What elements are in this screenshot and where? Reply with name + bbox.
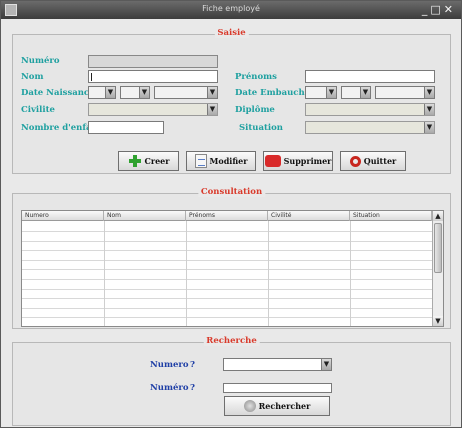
prenoms-field[interactable] bbox=[305, 70, 435, 83]
diplome-label: Diplôme bbox=[235, 105, 275, 115]
chevron-down-icon: ▼ bbox=[424, 87, 434, 98]
window-controls: _□✕ bbox=[422, 3, 456, 16]
supprimer-button-label: Supprimer bbox=[283, 156, 332, 166]
saisie-legend: Saisie bbox=[214, 28, 249, 38]
chevron-down-icon: ▼ bbox=[360, 87, 370, 98]
table-scrollbar[interactable]: ▲ ▼ bbox=[432, 211, 443, 326]
column-header-civilite[interactable]: Civilité bbox=[268, 211, 350, 221]
column-header-nom[interactable]: Nom bbox=[104, 211, 186, 221]
column-header-prenoms[interactable]: Prénoms bbox=[186, 211, 268, 221]
chevron-down-icon: ▼ bbox=[424, 122, 434, 133]
nom-field[interactable] bbox=[88, 70, 218, 83]
numero-field-label: Numéro bbox=[150, 383, 189, 393]
nombre-enfant-field[interactable] bbox=[88, 121, 164, 134]
modifier-button[interactable]: Modifier bbox=[186, 151, 256, 171]
numero-label: Numéro bbox=[21, 56, 60, 66]
numero-search-label: Numero bbox=[150, 360, 189, 370]
table-row[interactable] bbox=[22, 298, 432, 300]
date-embauche-label: Date Embauche bbox=[235, 88, 311, 98]
table-row[interactable] bbox=[22, 307, 432, 309]
add-icon bbox=[128, 154, 142, 168]
creer-button[interactable]: Creer bbox=[118, 151, 179, 171]
close-icon[interactable]: ✕ bbox=[444, 3, 456, 16]
quitter-button-label: Quitter bbox=[363, 156, 397, 166]
prenoms-label: Prénoms bbox=[235, 72, 277, 82]
situation-select[interactable]: ▼ bbox=[305, 121, 435, 134]
column-header-situation[interactable]: Situation bbox=[350, 211, 432, 221]
recherche-panel: Recherche Numero ? ▼ Numéro ? Rechercher bbox=[12, 336, 451, 426]
chevron-down-icon: ▼ bbox=[424, 104, 434, 115]
window-title: Fiche employé bbox=[202, 4, 260, 13]
creer-button-label: Creer bbox=[144, 156, 170, 166]
quitter-button[interactable]: Quitter bbox=[340, 151, 406, 171]
chevron-down-icon: ▼ bbox=[326, 87, 336, 98]
maximize-icon[interactable]: □ bbox=[430, 3, 443, 16]
numero-field bbox=[88, 55, 218, 68]
numero-search-field[interactable] bbox=[223, 383, 332, 393]
table-row[interactable] bbox=[22, 317, 432, 319]
hire-day-select[interactable]: ▼ bbox=[305, 86, 337, 99]
rechercher-button[interactable]: Rechercher bbox=[224, 396, 330, 416]
column-divider bbox=[268, 221, 269, 326]
table-header: Numero Nom Prénoms Civilité Situation bbox=[22, 211, 432, 221]
scroll-up-icon[interactable]: ▲ bbox=[433, 211, 443, 221]
recherche-legend: Recherche bbox=[203, 336, 260, 346]
column-divider bbox=[350, 221, 351, 326]
consultation-legend: Consultation bbox=[197, 187, 266, 197]
scroll-down-icon[interactable]: ▼ bbox=[433, 316, 443, 326]
civilite-select[interactable]: ▼ bbox=[88, 103, 218, 116]
power-icon bbox=[349, 155, 361, 167]
hire-month-select[interactable]: ▼ bbox=[341, 86, 371, 99]
supprimer-button[interactable]: Supprimer bbox=[263, 151, 333, 171]
table-row[interactable] bbox=[22, 259, 432, 261]
date-naissance-label: Date Naissance bbox=[21, 88, 95, 98]
title-bar: Fiche employé _□✕ bbox=[1, 1, 461, 19]
table-row[interactable] bbox=[22, 279, 432, 280]
employees-table[interactable]: Numero Nom Prénoms Civilité Situation ▲ … bbox=[21, 210, 444, 327]
question-mark: ? bbox=[190, 383, 195, 393]
table-row[interactable] bbox=[22, 288, 432, 290]
text-caret bbox=[91, 73, 92, 81]
modifier-button-label: Modifier bbox=[209, 156, 248, 166]
column-divider bbox=[186, 221, 187, 326]
table-row[interactable] bbox=[22, 240, 432, 242]
chevron-down-icon: ▼ bbox=[321, 359, 331, 370]
table-row[interactable] bbox=[22, 269, 432, 271]
question-mark: ? bbox=[190, 360, 195, 370]
chevron-down-icon: ▼ bbox=[105, 87, 115, 98]
birth-day-select[interactable]: ▼ bbox=[88, 86, 116, 99]
hire-year-select[interactable]: ▼ bbox=[375, 86, 435, 99]
situation-label: Situation bbox=[239, 123, 283, 133]
nom-label: Nom bbox=[21, 72, 44, 82]
scroll-thumb[interactable] bbox=[434, 223, 442, 273]
table-row[interactable] bbox=[22, 231, 432, 232]
search-icon bbox=[243, 400, 256, 412]
diplome-select[interactable]: ▼ bbox=[305, 103, 435, 116]
numero-search-select[interactable]: ▼ bbox=[223, 358, 332, 371]
birth-year-select[interactable]: ▼ bbox=[154, 86, 218, 99]
delete-icon bbox=[264, 155, 281, 167]
chevron-down-icon: ▼ bbox=[139, 87, 149, 98]
chevron-down-icon: ▼ bbox=[207, 87, 217, 98]
table-row[interactable] bbox=[22, 250, 432, 252]
column-divider bbox=[104, 221, 105, 326]
chevron-down-icon: ▼ bbox=[207, 104, 217, 115]
consultation-panel: Consultation Numero Nom Prénoms Civilité… bbox=[12, 187, 451, 329]
column-header-numero[interactable]: Numero bbox=[22, 211, 104, 221]
rechercher-button-label: Rechercher bbox=[258, 401, 311, 411]
civilite-label: Civilite bbox=[21, 105, 55, 115]
main-window: Fiche employé _□✕ Saisie Numéro Nom Prén… bbox=[0, 0, 462, 428]
saisie-panel: Saisie Numéro Nom Prénoms Date Naissance… bbox=[12, 28, 451, 174]
birth-month-select[interactable]: ▼ bbox=[120, 86, 150, 99]
edit-document-icon bbox=[194, 154, 207, 168]
